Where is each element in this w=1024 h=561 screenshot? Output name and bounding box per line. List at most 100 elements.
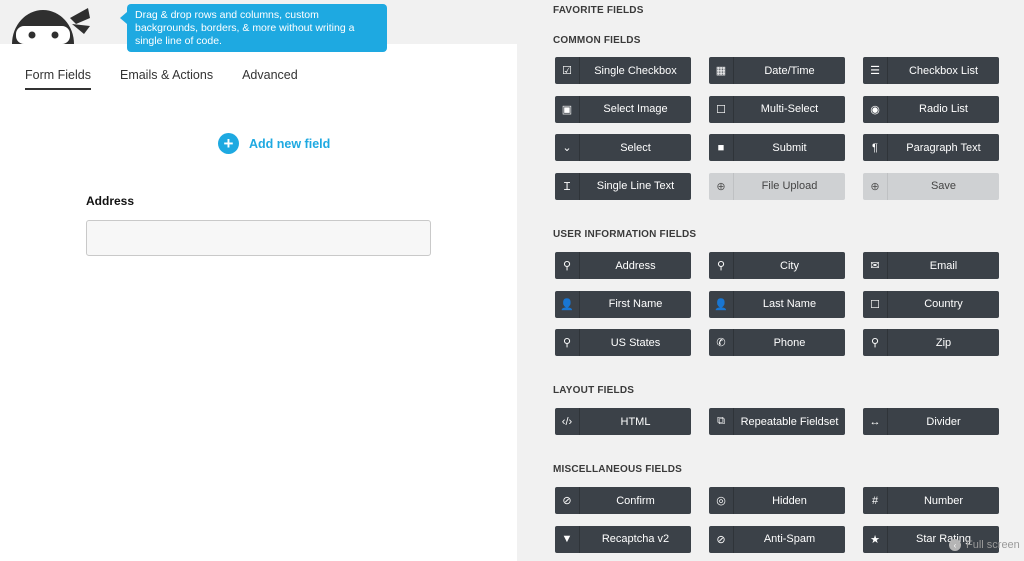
field-button-label: Single Line Text [596, 180, 675, 192]
field-button-first-name[interactable]: 👤 First Name [555, 290, 691, 318]
address-input[interactable] [86, 220, 431, 256]
field-button-label: Radio List [919, 103, 968, 115]
ban-icon: ⊘ [709, 525, 734, 553]
expand-icon: ‹ [949, 539, 961, 551]
chevron-down-icon: ⌄ [555, 134, 580, 161]
tab-form-fields[interactable]: Form Fields [25, 68, 91, 90]
list-icon: ☰ [863, 57, 888, 84]
square-icon: ☐ [709, 95, 734, 123]
upload-icon: ⊕ [709, 172, 734, 200]
phone-icon: ✆ [709, 329, 734, 356]
map-pin-icon: ⚲ [555, 329, 580, 356]
text-cursor-icon: Ɪ [555, 172, 580, 200]
favorite-fields-heading: FAVORITE FIELDS [553, 5, 644, 16]
field-button-checkbox-list[interactable]: ☰ Checkbox List [863, 57, 999, 84]
envelope-icon: ✉ [863, 252, 888, 279]
field-button-us-states[interactable]: ⚲ US States [555, 329, 691, 356]
full-screen-label: Full screen [966, 539, 1020, 551]
field-button-paragraph-text[interactable]: ¶ Paragraph Text [863, 134, 999, 161]
field-button-label: Anti-Spam [763, 533, 816, 545]
field-button-select-image[interactable]: ▣ Select Image [555, 95, 691, 123]
builder-tabs: Form Fields Emails & Actions Advanced [25, 68, 327, 90]
tab-advanced[interactable]: Advanced [242, 68, 298, 90]
misc-fields-heading: MISCELLANEOUS FIELDS [553, 464, 683, 475]
field-button-country[interactable]: ☐ Country [863, 290, 999, 318]
tooltip-line: single line of code. [135, 35, 222, 47]
field-button-label: Country [924, 298, 963, 310]
field-button-label: Hidden [772, 494, 807, 507]
field-button-radio-list[interactable]: ◉ Radio List [863, 95, 999, 123]
field-button-label: Zip [935, 336, 952, 349]
field-button-number[interactable]: # Number [863, 487, 999, 514]
field-button-label: Checkbox List [908, 64, 979, 77]
map-pin-icon: ⚲ [555, 252, 580, 279]
field-button-email[interactable]: ✉ Email [863, 252, 999, 279]
field-button-label: Multi-Select [760, 103, 819, 115]
calendar-icon: ▦ [709, 57, 734, 84]
drag-drop-tooltip: Drag & drop rows and columns, custom bac… [120, 4, 387, 52]
add-new-field-label: Add new field [249, 136, 331, 151]
field-button-label: HTML [620, 415, 651, 428]
square-filled-icon: ■ [709, 134, 734, 161]
user-icon: 👤 [709, 290, 734, 318]
user-info-fields-heading: USER INFORMATION FIELDS [553, 229, 697, 240]
tooltip-line: Drag & drop rows and columns, custom [135, 9, 319, 21]
add-new-field-button[interactable]: + Add new field [218, 133, 330, 154]
field-button-file-upload[interactable]: ⊕ File Upload [709, 172, 845, 200]
field-button-anti-spam[interactable]: ⊘ Anti-Spam [709, 525, 845, 553]
field-button-city[interactable]: ⚲ City [709, 252, 845, 279]
plus-icon: + [218, 133, 239, 154]
field-button-recaptcha-v2[interactable]: ▼ Recaptcha v2 [555, 525, 691, 553]
field-button-label: Paragraph Text [906, 141, 981, 154]
field-button-label: File Upload [761, 180, 818, 192]
field-button-single-checkbox[interactable]: ☑ Single Checkbox [555, 57, 691, 84]
common-fields-heading: COMMON FIELDS [553, 35, 641, 46]
field-button-phone[interactable]: ✆ Phone [709, 329, 845, 356]
field-button-confirm[interactable]: ⊘ Confirm [555, 487, 691, 514]
field-button-label: US States [610, 336, 661, 349]
user-icon: 👤 [555, 290, 580, 318]
field-button-label: Confirm [616, 494, 655, 507]
field-button-label: City [780, 259, 799, 272]
field-button-last-name[interactable]: 👤 Last Name [709, 290, 845, 318]
image-icon: ▣ [555, 95, 580, 123]
eye-slash-icon: ◎ [709, 487, 734, 514]
field-button-multi-select[interactable]: ☐ Multi-Select [709, 95, 845, 123]
tooltip-line: backgrounds, borders, & more without wri… [135, 22, 355, 34]
field-button-label: Repeatable Fieldset [740, 415, 839, 428]
save-icon: ⊕ [863, 172, 888, 200]
field-button-label: Email [929, 259, 958, 272]
address-field-label: Address [86, 194, 135, 208]
square-icon: ☐ [863, 290, 888, 318]
field-button-save[interactable]: ⊕ Save [863, 172, 999, 200]
field-button-label: Divider [926, 415, 961, 428]
ninja-mascot-logo [10, 4, 94, 44]
paragraph-icon: ¶ [863, 134, 888, 161]
field-button-label: Last Name [762, 298, 817, 310]
field-button-label: Select Image [603, 103, 668, 115]
field-button-label: Recaptcha v2 [601, 533, 670, 545]
field-button-label: Address [615, 259, 656, 272]
checkbox-icon: ☑ [555, 57, 580, 84]
radio-icon: ◉ [863, 95, 888, 123]
field-button-label: Submit [772, 141, 807, 154]
check-circle-icon: ⊘ [555, 487, 580, 514]
field-button-zip[interactable]: ⚲ Zip [863, 329, 999, 356]
field-button-label: First Name [608, 298, 663, 310]
full-screen-button[interactable]: ‹ Full screen [949, 539, 1020, 551]
field-button-submit[interactable]: ■ Submit [709, 134, 845, 161]
field-button-html[interactable]: ‹/› HTML [555, 408, 691, 435]
field-button-hidden[interactable]: ◎ Hidden [709, 487, 845, 514]
field-button-label: Number [923, 494, 964, 507]
tab-emails-actions[interactable]: Emails & Actions [120, 68, 213, 90]
field-button-select[interactable]: ⌄ Select [555, 134, 691, 161]
field-button-single-line-text[interactable]: Ɪ Single Line Text [555, 172, 691, 200]
arrows-horizontal-icon: ↔ [863, 408, 888, 435]
field-button-repeatable-fieldset[interactable]: ⧉ Repeatable Fieldset [709, 408, 845, 435]
field-button-label: Phone [773, 336, 806, 349]
field-button-divider[interactable]: ↔ Divider [863, 408, 999, 435]
copy-icon: ⧉ [709, 408, 734, 435]
field-button-address[interactable]: ⚲ Address [555, 252, 691, 279]
field-button-date-time[interactable]: ▦ Date/Time [709, 57, 845, 84]
field-button-label: Save [930, 180, 957, 192]
